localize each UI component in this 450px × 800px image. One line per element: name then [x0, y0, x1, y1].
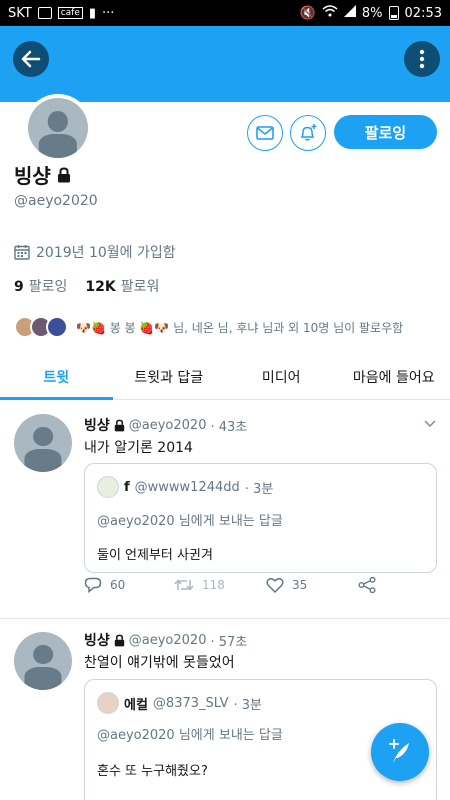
profile-avatar[interactable] — [24, 94, 92, 162]
battery-percent: 8% — [361, 5, 383, 21]
tab-tweets[interactable]: 트윗 — [0, 355, 113, 400]
tweet-time: · 57초 — [210, 634, 248, 650]
following-button[interactable]: 팔로잉 — [334, 115, 437, 149]
like-count: 35 — [292, 578, 308, 592]
clock: 02:53 — [404, 5, 442, 21]
profile-name-row: 빙샹 — [14, 160, 71, 189]
notification-icon: ▮ — [88, 5, 97, 21]
quoted-tweet-header: f @wwww1244dd · 3분 — [97, 476, 273, 498]
quoted-time: · 3분 — [233, 697, 262, 713]
profile-header-banner — [0, 26, 450, 102]
quoted-text: 혼수 또 누구해줬오? — [97, 764, 208, 779]
joined-date: 2019년 10월에 가입함 — [36, 245, 176, 261]
reply-button[interactable]: 60 — [84, 577, 125, 593]
status-bar: SKT cafe ▮ ··· 🔇 8% 02:53 — [0, 0, 450, 26]
quoted-author-handle: @wwww1244dd — [134, 479, 240, 495]
tweet-text: 내가 알기론 2014 — [84, 440, 193, 456]
reply-icon — [84, 577, 102, 593]
quoted-text: 둘이 언제부터 사귄겨 — [97, 548, 213, 563]
compose-feather-icon — [389, 739, 409, 763]
mute-icon: 🔇 — [299, 5, 316, 21]
tweet-author-handle: @aeyo2020 — [128, 417, 207, 433]
follow-counts: 9 팔로잉 12K 팔로워 — [14, 276, 159, 296]
tweet[interactable]: 빙샹 @aeyo2020 · 43초 내가 알기론 2014 f @wwww12… — [0, 401, 450, 619]
more-options-button[interactable] — [404, 41, 440, 77]
notify-button[interactable] — [290, 115, 326, 151]
heart-icon — [266, 577, 284, 593]
tab-media[interactable]: 미디어 — [225, 355, 338, 399]
quoted-reply-context: @aeyo2020 님에게 보내는 답글 — [97, 728, 283, 743]
more-vertical-icon — [419, 49, 425, 69]
tweet-time: · 43초 — [210, 419, 248, 435]
message-button[interactable] — [247, 115, 283, 151]
quoted-author-avatar — [97, 476, 119, 498]
profile-name: 빙샹 — [14, 164, 51, 188]
followers-count-link[interactable]: 12K 팔로워 — [85, 276, 159, 296]
envelope-icon — [256, 126, 274, 140]
quoted-author-name: f — [124, 479, 130, 495]
lock-icon — [114, 419, 124, 431]
tab-tweets-and-replies[interactable]: 트윗과 답글 — [113, 355, 226, 399]
quoted-tweet[interactable]: f @wwww1244dd · 3분 @aeyo2020 님에게 보내는 답글 … — [84, 463, 437, 573]
quoted-author-handle: @8373_SLV — [152, 695, 229, 711]
lock-icon — [114, 634, 124, 646]
quoted-tweet-header: 에컬 @8373_SLV · 3분 — [97, 692, 262, 714]
arrow-left-icon — [21, 50, 41, 68]
retweet-count: 118 — [202, 578, 225, 592]
profile-handle: @aeyo2020 — [14, 193, 98, 209]
followed-by-text: 🐶🍓 봉 봉 🍓🐶 님, 네온 님, 후냐 님과 외 10명 님이 팔로우함 — [76, 320, 404, 335]
tweet-author-name: 빙샹 — [84, 418, 110, 434]
compose-tweet-button[interactable] — [371, 723, 429, 781]
back-button[interactable] — [13, 41, 49, 77]
share-button[interactable] — [358, 577, 376, 593]
joined-date-row: 2019년 10월에 가입함 — [14, 242, 176, 262]
tweet-author-handle: @aeyo2020 — [128, 632, 207, 648]
tweet-text: 찬열이 얘기밖에 못들었어 — [84, 655, 235, 671]
quoted-reply-context: @aeyo2020 님에게 보내는 답글 — [97, 514, 283, 529]
bell-plus-icon — [300, 124, 317, 141]
follower-avatar — [46, 316, 68, 338]
reply-count: 60 — [110, 578, 126, 592]
tweet-author-name: 빙샹 — [84, 633, 110, 649]
tweet-header: 빙샹 @aeyo2020 · 43초 — [84, 415, 247, 435]
calendar-icon — [14, 245, 30, 260]
quoted-author-name: 에컬 — [124, 697, 148, 713]
tab-likes[interactable]: 마음에 들어요 — [338, 355, 450, 399]
wifi-icon — [322, 5, 338, 21]
tweet-avatar[interactable] — [14, 632, 72, 690]
lock-icon — [57, 166, 70, 182]
battery-icon — [388, 6, 399, 20]
signal-icon — [343, 5, 356, 21]
following-count-link[interactable]: 9 팔로잉 — [14, 276, 67, 296]
retweet-icon — [174, 579, 194, 591]
tweet-menu-chevron-icon[interactable] — [424, 417, 436, 431]
retweet-button[interactable]: 118 — [174, 578, 225, 592]
tweet-header: 빙샹 @aeyo2020 · 57초 — [84, 630, 247, 650]
quoted-time: · 3분 — [244, 481, 274, 497]
carrier-label: SKT — [8, 5, 32, 21]
share-icon — [358, 577, 376, 593]
profile-tabs: 트윗 트윗과 답글 미디어 마음에 들어요 — [0, 355, 450, 400]
quoted-author-avatar — [97, 692, 119, 714]
gallery-icon — [37, 7, 52, 19]
like-button[interactable]: 35 — [266, 577, 307, 593]
more-notifications-icon: ··· — [102, 5, 115, 21]
followed-by-row[interactable]: 🐶🍓 봉 봉 🍓🐶 님, 네온 님, 후냐 님과 외 10명 님이 팔로우함 — [14, 316, 403, 338]
tweet-avatar[interactable] — [14, 414, 72, 472]
cafe-badge: cafe — [57, 7, 83, 19]
